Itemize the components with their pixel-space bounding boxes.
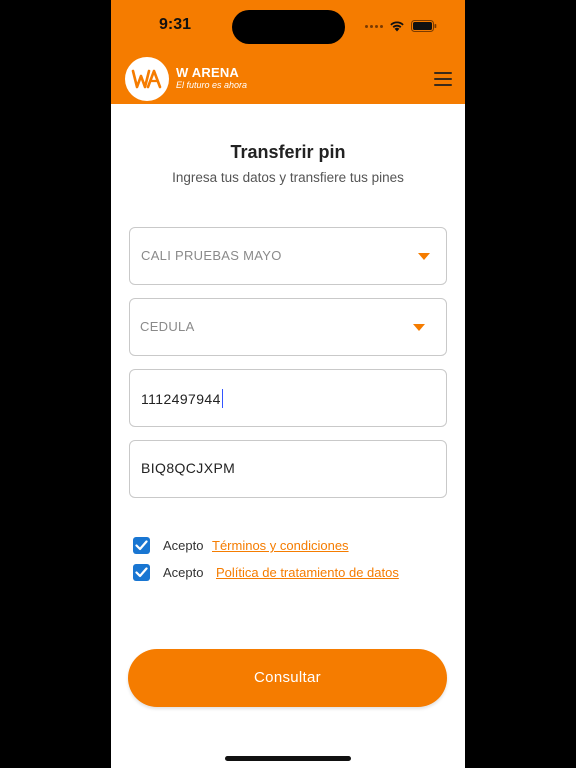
privacy-policy-link[interactable]: Política de tratamiento de datos [216, 565, 399, 580]
consultar-button[interactable]: Consultar [128, 649, 447, 707]
hamburger-menu-icon[interactable] [434, 72, 452, 86]
status-time: 9:31 [159, 16, 192, 33]
home-indicator [225, 756, 351, 761]
terms-link[interactable]: Términos y condiciones [212, 538, 349, 553]
signal-icon [365, 25, 383, 29]
wifi-icon [390, 21, 404, 32]
chevron-down-icon [418, 253, 430, 260]
dynamic-island [232, 10, 345, 44]
brand-tagline: El futuro es ahora [176, 80, 248, 90]
brand-name: W ARENA [176, 65, 240, 80]
text-cursor [221, 389, 224, 408]
document-number-text: 1112497944 [141, 391, 221, 407]
pin-input-value: BIQ8QCJXPM [141, 460, 236, 476]
page-subtitle: Ingresa tus datos y transfiere tus pines [172, 170, 404, 185]
checkmark-icon [135, 540, 148, 551]
checkmark-icon [135, 567, 148, 578]
location-select[interactable]: CALI PRUEBAS MAYO [129, 227, 447, 285]
document-number-input[interactable]: 1112497944 [129, 369, 447, 427]
page-title: Transferir pin [230, 142, 346, 162]
terms-consent-row: Acepto Términos y condiciones [133, 537, 443, 555]
status-icons [365, 18, 439, 34]
terms-label: Acepto [163, 538, 204, 553]
document-number-value: 1112497944 [141, 389, 224, 408]
document-type-select[interactable]: CEDULA [129, 298, 447, 356]
chevron-down-icon [413, 324, 425, 331]
wa-logo-icon [125, 57, 169, 101]
privacy-checkbox[interactable] [133, 564, 150, 581]
app-header: 9:31 W ARENA El futuro es ahora [111, 0, 465, 104]
privacy-label: Acepto [163, 565, 204, 580]
phone-screen: 9:31 W ARENA El futuro es ahora Transfer… [111, 0, 465, 768]
privacy-consent-row: Acepto Política de tratamiento de datos [133, 564, 443, 582]
pin-input[interactable]: BIQ8QCJXPM [129, 440, 447, 498]
location-select-value: CALI PRUEBAS MAYO [141, 248, 282, 263]
terms-checkbox[interactable] [133, 537, 150, 554]
document-type-select-value: CEDULA [140, 319, 195, 334]
battery-icon [411, 20, 437, 32]
